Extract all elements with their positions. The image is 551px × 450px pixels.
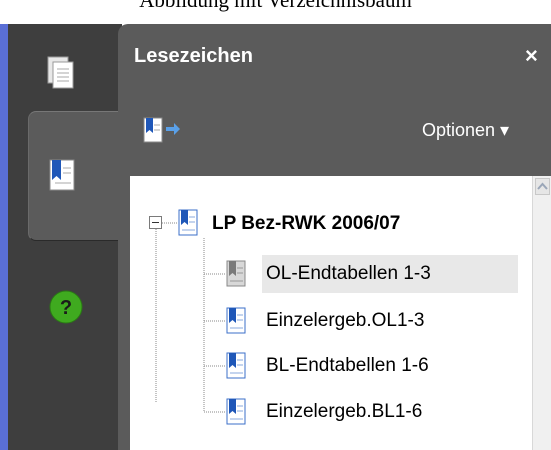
options-button[interactable]: Optionen ▾ — [422, 120, 509, 141]
tree-item-label[interactable]: OL-Endtabellen 1-3 — [266, 263, 431, 285]
bookmark-icon — [226, 352, 246, 379]
new-bookmark-icon[interactable] — [142, 117, 182, 145]
bookmarks-panel: Lesezeichen × Optionen ▾ LP Bez-RWK 2006… — [118, 24, 551, 450]
bookmarks-tab[interactable] — [28, 111, 129, 241]
collapse-toggle[interactable] — [149, 216, 162, 229]
bookmark-tree: LP Bez-RWK 2006/07 OL-Endtabellen 1-3 Ei… — [130, 176, 551, 450]
panel-title: Lesezeichen — [134, 45, 253, 67]
chevron-up-icon — [537, 182, 548, 190]
pages-icon[interactable] — [46, 55, 76, 91]
tree-root-label[interactable]: LP Bez-RWK 2006/07 — [212, 213, 400, 235]
scroll-up-button[interactable] — [535, 178, 550, 195]
figure-caption: Abbildung mit Verzeichnisbaum — [139, 0, 412, 12]
help-icon[interactable]: ? — [48, 289, 84, 325]
bookmark-icon — [226, 398, 246, 425]
help-symbol: ? — [60, 297, 72, 319]
tree-item-label[interactable]: Einzelergeb.OL1-3 — [266, 310, 424, 332]
tree-item-label[interactable]: BL-Endtabellen 1-6 — [266, 355, 429, 377]
close-button[interactable]: × — [525, 43, 538, 69]
window-edge — [0, 24, 8, 450]
bookmarks-icon — [49, 159, 75, 191]
bookmark-icon — [178, 209, 198, 236]
tree-item-label[interactable]: Einzelergeb.BL1-6 — [266, 401, 422, 423]
vertical-scrollbar[interactable] — [532, 176, 551, 450]
bookmark-icon — [226, 260, 246, 287]
bookmark-icon — [226, 307, 246, 334]
